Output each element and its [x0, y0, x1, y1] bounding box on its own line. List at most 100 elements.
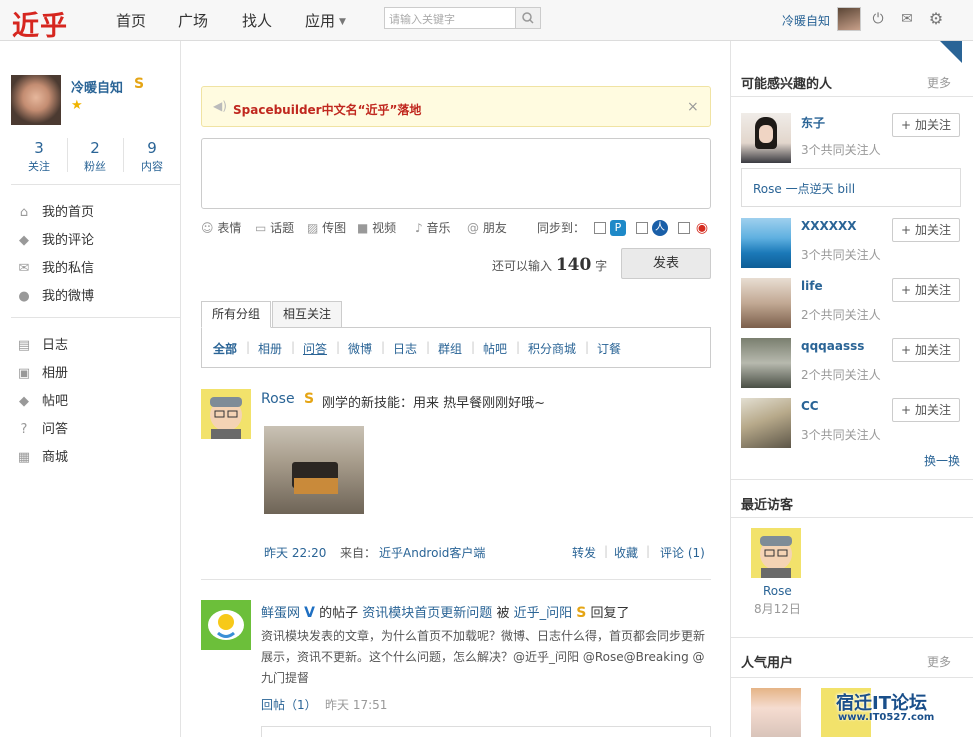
tool-video[interactable]: ■ 视频: [357, 219, 396, 236]
profile-avatar[interactable]: [11, 75, 61, 125]
person-name[interactable]: XXXXXX: [801, 219, 857, 233]
menu-qa[interactable]: ? 问答: [16, 418, 68, 437]
sync-checkbox-1[interactable]: [594, 222, 606, 234]
publish-button[interactable]: 发表: [621, 248, 711, 279]
person-name[interactable]: qqqaasss: [801, 339, 864, 353]
menu-my-weibo[interactable]: ● 我的微博: [16, 285, 94, 304]
post-time[interactable]: 昨天 22:20: [264, 544, 326, 561]
nav-home[interactable]: 首页: [116, 10, 146, 31]
follow-label: 加关注: [914, 403, 951, 417]
menu-my-messages[interactable]: ✉ 我的私信: [16, 257, 94, 276]
filter-group[interactable]: 群组: [438, 340, 462, 357]
sync-checkbox-2[interactable]: [636, 222, 648, 234]
person-recent-post[interactable]: Rose 一点逆天 bill: [741, 168, 961, 207]
current-username[interactable]: 冷暖自知: [782, 12, 830, 29]
divider: [201, 579, 711, 580]
filter-blog[interactable]: 日志: [393, 340, 417, 357]
favorite-link[interactable]: 收藏: [614, 544, 638, 561]
menu-label: 帖吧: [42, 394, 69, 409]
menu-blog[interactable]: ▤ 日志: [16, 334, 68, 353]
tool-topic[interactable]: ▭ 话题: [255, 219, 294, 236]
search-button[interactable]: [516, 7, 541, 29]
shop-icon: ▦: [17, 450, 31, 465]
more-link[interactable]: 更多: [927, 653, 951, 670]
gear-icon[interactable]: ⚙: [928, 11, 944, 27]
separator: |: [336, 340, 341, 354]
site-logo[interactable]: 近乎: [12, 4, 68, 43]
person-name[interactable]: 东子: [801, 114, 825, 131]
avatar[interactable]: [201, 389, 251, 439]
stat-followers[interactable]: 2 粉丝: [67, 139, 123, 174]
person-avatar[interactable]: [741, 218, 791, 268]
cartoon-avatar-icon: [210, 397, 242, 439]
person-avatar[interactable]: [741, 338, 791, 388]
person-name[interactable]: CC: [801, 399, 819, 413]
tab-all-groups[interactable]: 所有分组: [201, 301, 272, 328]
separator: |: [426, 340, 431, 354]
follow-button[interactable]: + 加关注: [892, 218, 960, 242]
menu-my-comments[interactable]: ◆ 我的评论: [16, 229, 94, 248]
avatar[interactable]: [201, 600, 251, 650]
post-author[interactable]: 鲜蛋网: [261, 606, 300, 621]
filter-qa[interactable]: 问答: [303, 340, 327, 357]
visitor-name[interactable]: Rose: [763, 584, 792, 598]
filter-forum[interactable]: 帖吧: [483, 340, 507, 357]
menu-forum[interactable]: ◆ 帖吧: [16, 390, 68, 409]
post-author[interactable]: Rose: [261, 391, 295, 407]
power-icon[interactable]: ⏻: [870, 11, 886, 27]
tool-emoji[interactable]: ☺ 表情: [201, 219, 241, 236]
nav-plaza[interactable]: 广场: [178, 10, 208, 31]
tool-music[interactable]: ♪ 音乐: [415, 219, 451, 236]
mail-icon[interactable]: ✉: [899, 11, 915, 27]
post-topic-link[interactable]: 资讯模块首页更新问题: [362, 606, 492, 621]
visitor-avatar[interactable]: [751, 528, 801, 578]
follow-button[interactable]: + 加关注: [892, 338, 960, 362]
menu-shop[interactable]: ▦ 商城: [16, 446, 68, 465]
menu-label: 商城: [42, 450, 69, 465]
filter-points-shop[interactable]: 积分商城: [528, 340, 576, 357]
filter-weibo[interactable]: 微博: [348, 340, 372, 357]
tool-friends[interactable]: @ 朋友: [467, 219, 507, 236]
announcement-text[interactable]: Spacebuilder中文名“近乎”落地: [233, 101, 421, 118]
person-avatar[interactable]: [741, 113, 791, 163]
post-source[interactable]: 近乎Android客户端: [379, 544, 485, 561]
filter-all[interactable]: 全部: [213, 340, 237, 357]
refresh-link[interactable]: 换一换: [924, 452, 960, 469]
profile-name[interactable]: 冷暖自知: [71, 77, 123, 96]
person-name[interactable]: life: [801, 279, 823, 293]
sync-checkbox-3[interactable]: [678, 222, 690, 234]
follow-button[interactable]: + 加关注: [892, 278, 960, 302]
more-link[interactable]: 更多: [927, 74, 951, 91]
user-avatar[interactable]: [837, 7, 861, 31]
post-textarea[interactable]: [201, 138, 711, 209]
person-avatar[interactable]: [741, 278, 791, 328]
stat-content[interactable]: 9 内容: [124, 139, 180, 174]
menu-album[interactable]: ▣ 相册: [16, 362, 68, 381]
follow-button[interactable]: + 加关注: [892, 113, 960, 137]
tool-label: 话题: [270, 221, 295, 235]
filter-order[interactable]: 订餐: [597, 340, 621, 357]
tool-image[interactable]: ▨ 传图: [307, 219, 346, 236]
reply-count-link[interactable]: 回帖（1）: [261, 696, 317, 713]
egg-avatar-icon: [208, 610, 244, 640]
nav-apps[interactable]: 应用 ▼: [305, 10, 346, 31]
follow-button[interactable]: + 加关注: [892, 398, 960, 422]
divider: [731, 517, 973, 518]
comment-link[interactable]: 评论 (1): [660, 544, 705, 561]
headline-text: 被: [496, 606, 510, 621]
filter-album[interactable]: 相册: [258, 340, 282, 357]
post-image[interactable]: [264, 426, 364, 514]
popular-user-avatar[interactable]: [751, 688, 801, 737]
menu-label: 日志: [42, 338, 69, 353]
nav-find-people[interactable]: 找人: [242, 10, 272, 31]
plus-icon: +: [901, 403, 912, 417]
stat-following-label: 关注: [28, 160, 50, 173]
repost-link[interactable]: 转发: [572, 544, 596, 561]
search-input[interactable]: 请输入关键字: [384, 7, 516, 29]
person-avatar[interactable]: [741, 398, 791, 448]
tab-mutual-follow[interactable]: 相互关注: [272, 301, 343, 328]
replier-link[interactable]: 近乎_问阳: [514, 606, 573, 621]
stat-following[interactable]: 3 关注: [11, 139, 67, 174]
menu-my-home[interactable]: ⌂ 我的首页: [16, 201, 94, 220]
close-icon[interactable]: ×: [687, 99, 699, 115]
